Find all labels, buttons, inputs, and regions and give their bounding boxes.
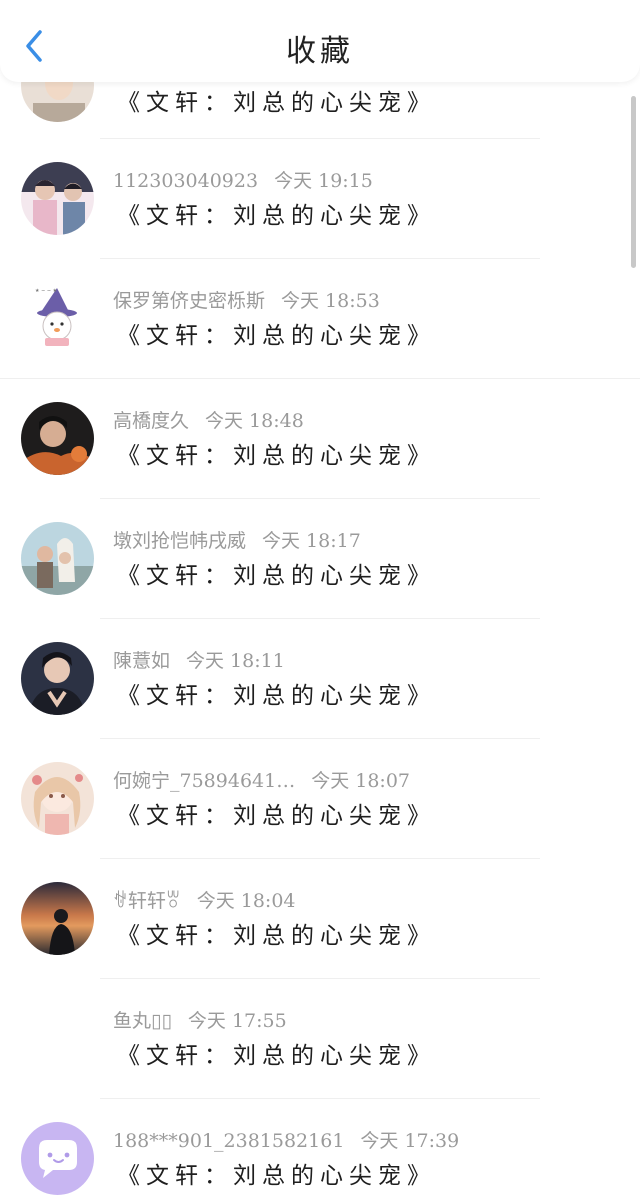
svg-text:★ ~ ~ ★: ★ ~ ~ ★ xyxy=(35,288,58,294)
list-item[interactable]: 鱼丸▯▯ 今天 17:55 《文轩：刘总的心尖宠》 xyxy=(0,978,640,1098)
timestamp: 今天 18:04 xyxy=(196,890,296,912)
page-title: 收藏 xyxy=(286,34,354,69)
message-text: 《文轩：刘总的心尖宠》 xyxy=(117,803,436,829)
favorites-list: 《文轩：刘总的心尖宠》 112303040923 今天 19:15 《文轩：刘总的… xyxy=(0,82,640,1201)
list-item[interactable]: 陳薏如 今天 18:11 《文轩：刘总的心尖宠》 xyxy=(0,618,640,738)
divider xyxy=(100,258,540,259)
user-avatar[interactable]: ★ ~ ~ ★ xyxy=(21,282,94,355)
user-avatar[interactable] xyxy=(21,882,94,955)
message-text: 《文轩：刘总的心尖宠》 xyxy=(117,1163,436,1189)
sender-name: 188***901_2381582161 xyxy=(113,1130,345,1152)
message-meta: 高橋度久 今天 18:48 xyxy=(113,406,304,433)
sender-name: 保罗第侪史密栎斯 xyxy=(113,290,266,312)
message-meta: 陳薏如 今天 18:11 xyxy=(113,646,285,673)
user-avatar[interactable] xyxy=(21,162,94,235)
message-meta: 112303040923 今天 19:15 xyxy=(113,166,373,193)
sender-name: 鱼丸▯▯ xyxy=(113,1010,172,1032)
timestamp: 今天 17:55 xyxy=(187,1010,287,1032)
message-text: 《文轩：刘总的心尖宠》 xyxy=(117,90,436,116)
divider xyxy=(100,978,540,979)
list-item[interactable]: 《文轩：刘总的心尖宠》 xyxy=(0,82,640,145)
list-item[interactable]: 墩刘抢恺帏戌威 今天 18:17 《文轩：刘总的心尖宠》 xyxy=(0,498,640,618)
divider xyxy=(100,738,540,739)
message-meta: ꊀ轩轩ꉕ 今天 18:04 xyxy=(113,886,296,913)
message-meta: 何婉宁_75894641… 今天 18:07 xyxy=(113,766,410,793)
divider xyxy=(100,618,540,619)
user-avatar[interactable] xyxy=(21,762,94,835)
message-text: 《文轩：刘总的心尖宠》 xyxy=(117,683,436,709)
user-avatar[interactable] xyxy=(21,82,94,122)
scrollbar[interactable] xyxy=(631,96,636,268)
message-text: 《文轩：刘总的心尖宠》 xyxy=(117,323,436,349)
sender-name: 陳薏如 xyxy=(113,650,171,672)
sender-name: 112303040923 xyxy=(113,170,259,192)
user-avatar[interactable] xyxy=(21,402,94,475)
chat-bubble-icon[interactable] xyxy=(21,1122,94,1195)
sender-name: 墩刘抢恺帏戌威 xyxy=(113,530,247,552)
timestamp: 今天 18:17 xyxy=(262,530,361,552)
list-item[interactable]: 何婉宁_75894641… 今天 18:07 《文轩：刘总的心尖宠》 xyxy=(0,738,640,858)
divider xyxy=(100,498,540,499)
timestamp: 今天 18:48 xyxy=(205,410,304,432)
message-text: 《文轩：刘总的心尖宠》 xyxy=(117,563,436,589)
list-item[interactable]: ★ ~ ~ ★ 保罗第侪史密栎斯 今天 18:53 《文轩：刘总的心尖宠》 xyxy=(0,258,640,378)
message-meta: 鱼丸▯▯ 今天 17:55 xyxy=(113,1006,287,1033)
divider xyxy=(100,138,540,139)
message-meta: 188***901_2381582161 今天 17:39 xyxy=(113,1126,459,1153)
user-avatar[interactable] xyxy=(21,522,94,595)
message-text: 《文轩：刘总的心尖宠》 xyxy=(117,443,436,469)
sender-name: ꊀ轩轩ꉕ xyxy=(113,890,181,912)
sender-name: 何婉宁_75894641… xyxy=(113,770,296,792)
sender-name: 高橋度久 xyxy=(113,410,190,432)
navigation-bar: 收藏 xyxy=(0,0,640,82)
message-text: 《文轩：刘总的心尖宠》 xyxy=(117,923,436,949)
list-item[interactable]: ꊀ轩轩ꉕ 今天 18:04 《文轩：刘总的心尖宠》 xyxy=(0,858,640,978)
timestamp: 今天 18:07 xyxy=(311,770,411,792)
user-avatar[interactable] xyxy=(21,642,94,715)
list-item[interactable]: 高橋度久 今天 18:48 《文轩：刘总的心尖宠》 xyxy=(0,378,640,498)
message-text: 《文轩：刘总的心尖宠》 xyxy=(117,1043,436,1069)
list-item[interactable]: 188***901_2381582161 今天 17:39 《文轩：刘总的心尖宠》 xyxy=(0,1098,640,1201)
message-meta: 保罗第侪史密栎斯 今天 18:53 xyxy=(113,286,380,313)
timestamp: 今天 19:15 xyxy=(274,170,373,192)
divider xyxy=(0,378,640,379)
timestamp: 今天 18:11 xyxy=(186,650,285,672)
divider xyxy=(100,858,540,859)
message-meta: 墩刘抢恺帏戌威 今天 18:17 xyxy=(113,526,361,553)
timestamp: 今天 17:39 xyxy=(360,1130,460,1152)
timestamp: 今天 18:53 xyxy=(281,290,380,312)
message-text: 《文轩：刘总的心尖宠》 xyxy=(117,203,436,229)
divider xyxy=(100,1098,540,1099)
list-item[interactable]: 112303040923 今天 19:15 《文轩：刘总的心尖宠》 xyxy=(0,138,640,258)
